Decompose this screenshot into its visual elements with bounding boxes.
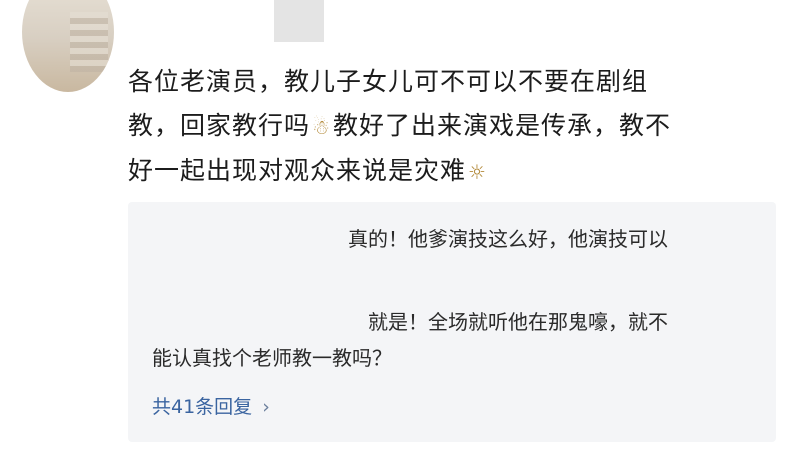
chevron-right-icon: ›	[262, 396, 270, 418]
reply-1[interactable]: 真的！他爹演技这么好，他演技可以	[348, 222, 668, 256]
view-all-replies-label: 共41条回复	[152, 396, 253, 418]
comment-line-2-start: 教，回家教行吗	[128, 111, 311, 140]
avatar[interactable]	[22, 0, 114, 92]
comment-line-3-text: 好一起出现对观众来说是灾难	[128, 156, 467, 185]
comment-line-2: 教，回家教行吗 ☃教好了出来演戏是传承，教不	[128, 104, 778, 149]
reply-2-line-2[interactable]: 能认真找个老师教一教吗？	[152, 341, 392, 375]
comment-line-3: 好一起出现对观众来说是灾难 ☼	[128, 149, 778, 194]
comment-text: 各位老演员，教儿子女儿可不可以不要在剧组 教，回家教行吗 ☃教好了出来演戏是传承，…	[128, 60, 778, 194]
reply-2-line-1[interactable]: 就是！全场就听他在那鬼嚎，就不	[368, 305, 668, 339]
replies-panel: 真的！他爹演技这么好，他演技可以 就是！全场就听他在那鬼嚎，就不 能认真找个老师…	[128, 202, 776, 442]
username-blurred	[274, 0, 324, 42]
lightbulb-emoji-icon: ☼	[468, 160, 487, 184]
comment-line-1: 各位老演员，教儿子女儿可不可以不要在剧组	[128, 67, 649, 96]
avatar-detail	[70, 12, 108, 72]
comment-line-2-end: 教好了出来演戏是传承，教不	[332, 111, 671, 140]
person-emoji-icon: ☃	[312, 115, 331, 139]
view-all-replies-link[interactable]: 共41条回复 ›	[152, 392, 270, 419]
